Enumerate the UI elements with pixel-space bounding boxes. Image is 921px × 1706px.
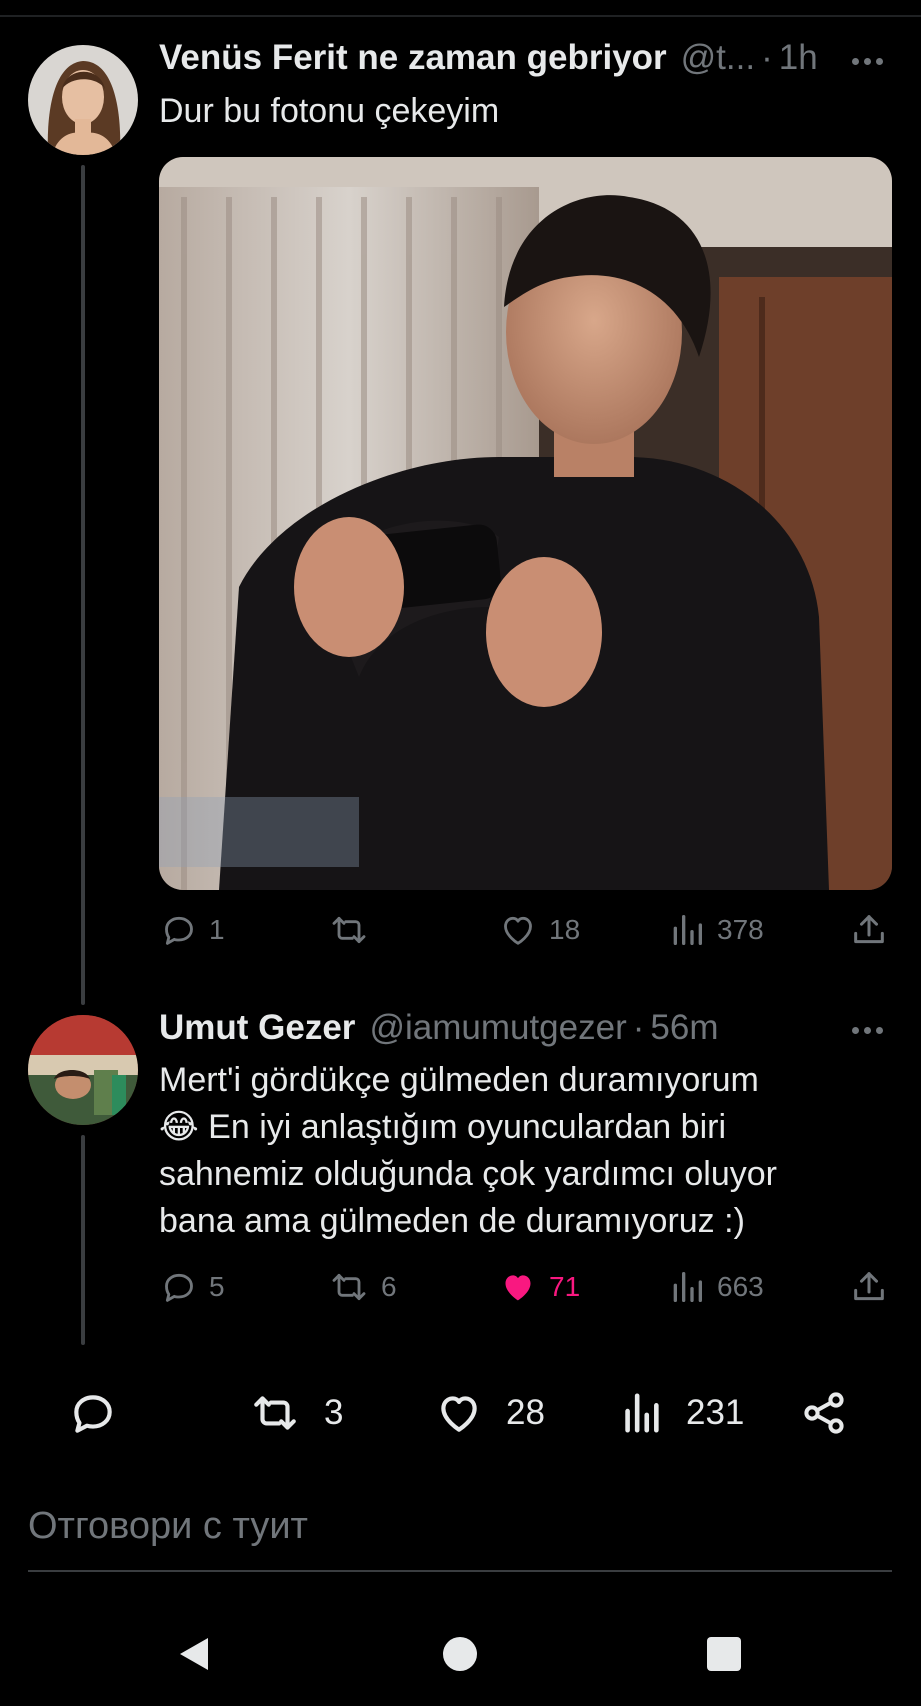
timestamp[interactable]: 1h [779,38,818,78]
heart-icon [504,916,532,945]
thread-line-2 [81,1135,85,1345]
views-button[interactable]: 663 [667,1262,764,1312]
reply-count: 5 [209,1271,225,1302]
heart-icon [441,1396,477,1432]
views-count-main: 231 [686,1393,745,1432]
reply-button-main[interactable] [68,1385,118,1441]
like-count: 71 [549,1271,581,1302]
retweet-icon [332,916,366,944]
reply-input-underline [28,1570,892,1572]
views-icon [673,1272,702,1302]
author-name[interactable]: Venüs Ferit ne zaman gebriyor [159,38,667,78]
views-count: 378 [717,914,764,945]
more-options-icon[interactable] [852,58,883,65]
like-button-liked[interactable]: 71 [497,1262,580,1312]
tweet-actions: 1 18 378 [159,905,892,955]
author-name[interactable]: Umut Gezer [159,1008,355,1048]
retweet-icon [332,1273,366,1301]
share-upload-icon [854,915,884,944]
like-count: 18 [549,914,581,945]
like-button-main[interactable]: 28 [434,1385,545,1441]
share-upload-icon [854,1272,884,1301]
tweet-text-2: Mert'i gördükçe gülmeden duramıyorum 😂 E… [159,1057,777,1245]
retweet-icon [254,1396,296,1430]
like-count-main: 28 [506,1393,545,1432]
tweet-text-line: bana ama gülmeden de duramıyoruz :) [159,1202,745,1240]
tweet-actions-2: 5 6 71 663 [159,1262,892,1312]
reply-input[interactable]: Отговори с туит [28,1505,308,1548]
share-button[interactable] [849,1262,889,1312]
reply-button[interactable]: 1 [159,905,225,955]
avatar-umut[interactable] [28,1015,138,1125]
avatar-venus[interactable] [28,45,138,155]
top-divider [0,15,921,17]
thread-line [81,165,85,1005]
views-icon [673,915,702,945]
author-handle[interactable]: @t... [681,38,755,78]
reply-icon [165,916,193,945]
share-nodes-icon [804,1392,844,1434]
tweet-header-2: Umut Gezer @iamumutgezer · 56m [159,1008,718,1048]
share-button[interactable] [849,905,889,955]
timestamp[interactable]: 56m [650,1008,718,1048]
recents-nav-icon[interactable] [700,1630,748,1678]
home-nav-icon[interactable] [436,1630,484,1678]
views-icon [625,1393,659,1433]
reply-icon [165,1273,193,1302]
tweet-text-line: Mert'i gördükçe gülmeden duramıyorum [159,1061,759,1099]
heart-filled-icon [505,1275,531,1301]
reply-button[interactable]: 5 [159,1262,225,1312]
tweet-text: Dur bu fotonu çekeyim [159,92,500,130]
main-action-bar: 3 28 231 [0,1385,921,1441]
reply-count: 1 [209,914,225,945]
retweet-button[interactable] [327,905,381,955]
more-options-icon[interactable] [852,1027,883,1034]
retweet-count: 6 [381,1271,397,1302]
system-nav-bar [0,1600,921,1706]
retweet-button-main[interactable]: 3 [248,1385,343,1441]
reply-icon [74,1395,112,1433]
tweet-text-line: sahnemiz olduğunda çok yardımcı oluyor [159,1155,777,1193]
views-count: 663 [717,1271,764,1302]
retweet-button[interactable]: 6 [327,1262,397,1312]
views-button[interactable]: 378 [667,905,764,955]
tweet-photo[interactable] [159,157,892,890]
tweet-text-line: 😂 En iyi anlaştığım oyunculardan biri [159,1108,726,1146]
views-button-main[interactable]: 231 [618,1385,744,1441]
separator-dot: · [761,38,773,77]
author-handle[interactable]: @iamumutgezer [369,1008,626,1048]
back-nav-icon[interactable] [170,1630,218,1678]
like-button[interactable]: 18 [497,905,580,955]
tweet-header: Venüs Ferit ne zaman gebriyor @t... · 1h [159,38,818,78]
retweet-count-main: 3 [324,1393,344,1432]
share-button-main[interactable] [800,1385,848,1441]
separator-dot: · [632,1008,645,1047]
